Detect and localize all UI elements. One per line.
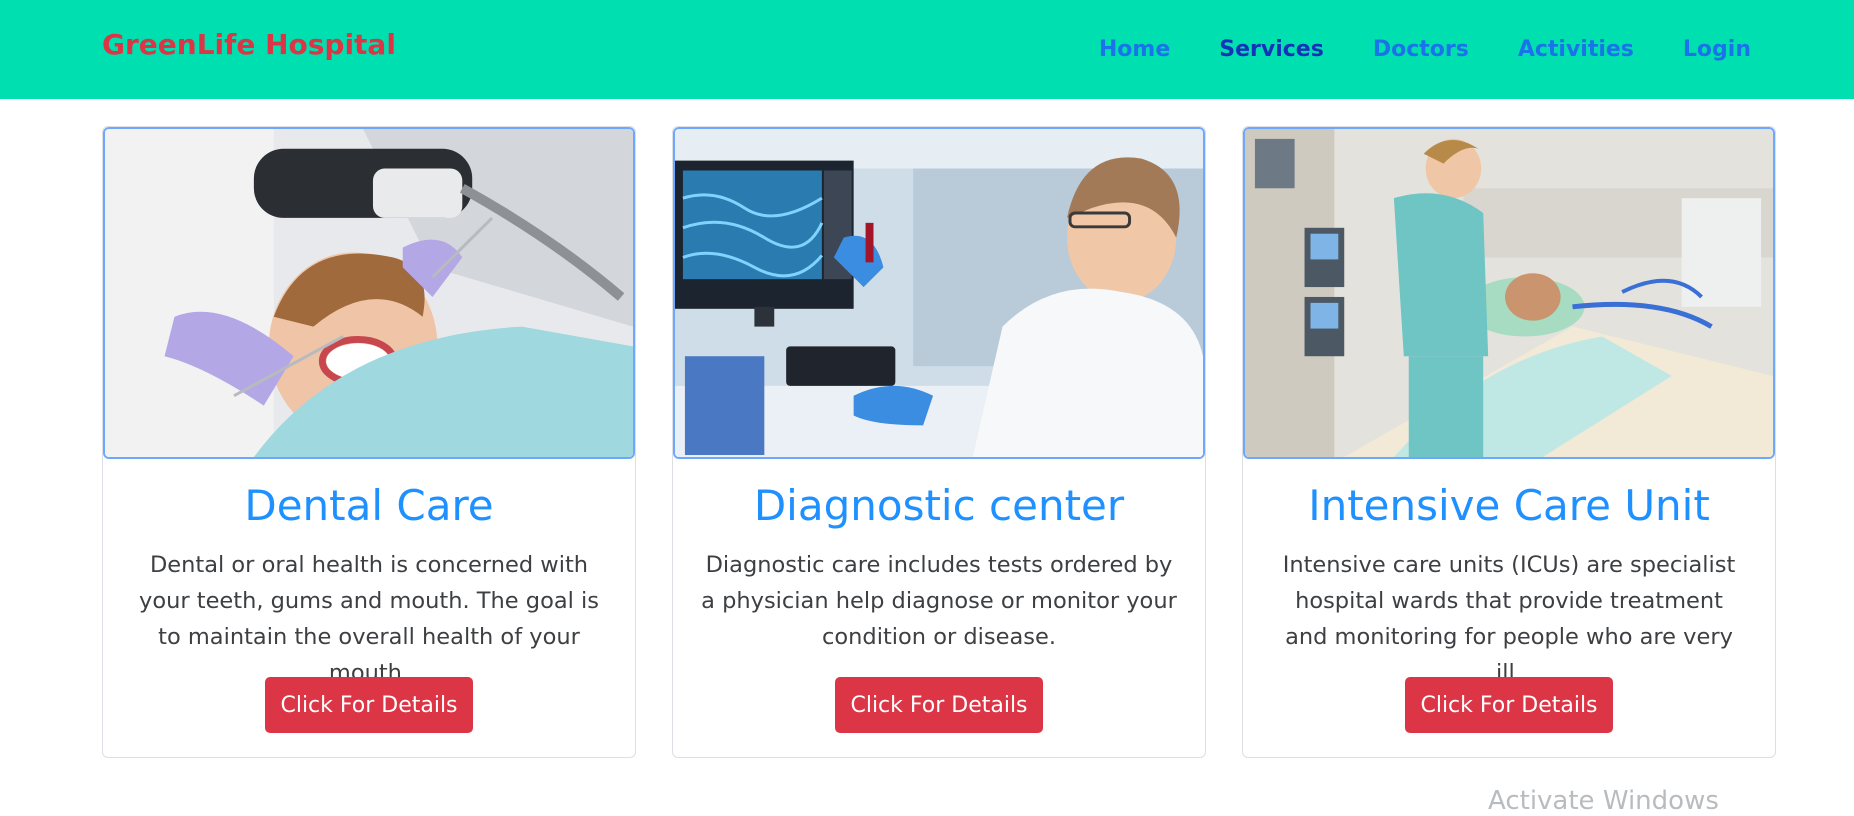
- nav-links: Home Services Doctors Activities Login: [1050, 0, 1751, 99]
- services-cards: Dental Care Dental or oral health is con…: [102, 126, 1776, 758]
- icu-image: [1243, 127, 1775, 459]
- dental-care-photo: [105, 129, 633, 457]
- service-card-diagnostic: Diagnostic center Diagnostic care includ…: [672, 126, 1206, 758]
- card-title: Intensive Care Unit: [1308, 481, 1710, 530]
- icu-photo: [1245, 129, 1773, 457]
- navbar: GreenLife Hospital Home Services Doctors…: [0, 0, 1854, 99]
- nav-link-doctors[interactable]: Doctors: [1373, 37, 1469, 62]
- details-button[interactable]: Click For Details: [265, 677, 473, 733]
- card-text: Intensive care units (ICUs) are speciali…: [1282, 552, 1736, 686]
- card-title: Dental Care: [244, 481, 494, 530]
- details-button[interactable]: Click For Details: [1405, 677, 1613, 733]
- dental-care-image: [103, 127, 635, 459]
- service-card-icu: Intensive Care Unit Intensive care units…: [1242, 126, 1776, 758]
- diagnostic-image: [673, 127, 1205, 459]
- brand-logo[interactable]: GreenLife Hospital: [102, 28, 396, 61]
- activate-windows-watermark: Activate Windows: [1488, 786, 1719, 816]
- nav-link-services[interactable]: Services: [1219, 37, 1324, 62]
- diagnostic-lab-photo: [675, 129, 1203, 457]
- card-text: Diagnostic care includes tests ordered b…: [701, 552, 1177, 650]
- card-text: Dental or oral health is concerned with …: [139, 552, 599, 686]
- nav-link-login[interactable]: Login: [1683, 37, 1751, 62]
- service-card-dental: Dental Care Dental or oral health is con…: [102, 126, 636, 758]
- details-button[interactable]: Click For Details: [835, 677, 1043, 733]
- nav-link-home[interactable]: Home: [1099, 37, 1170, 62]
- card-title: Diagnostic center: [753, 481, 1125, 530]
- nav-link-activities[interactable]: Activities: [1518, 37, 1634, 62]
